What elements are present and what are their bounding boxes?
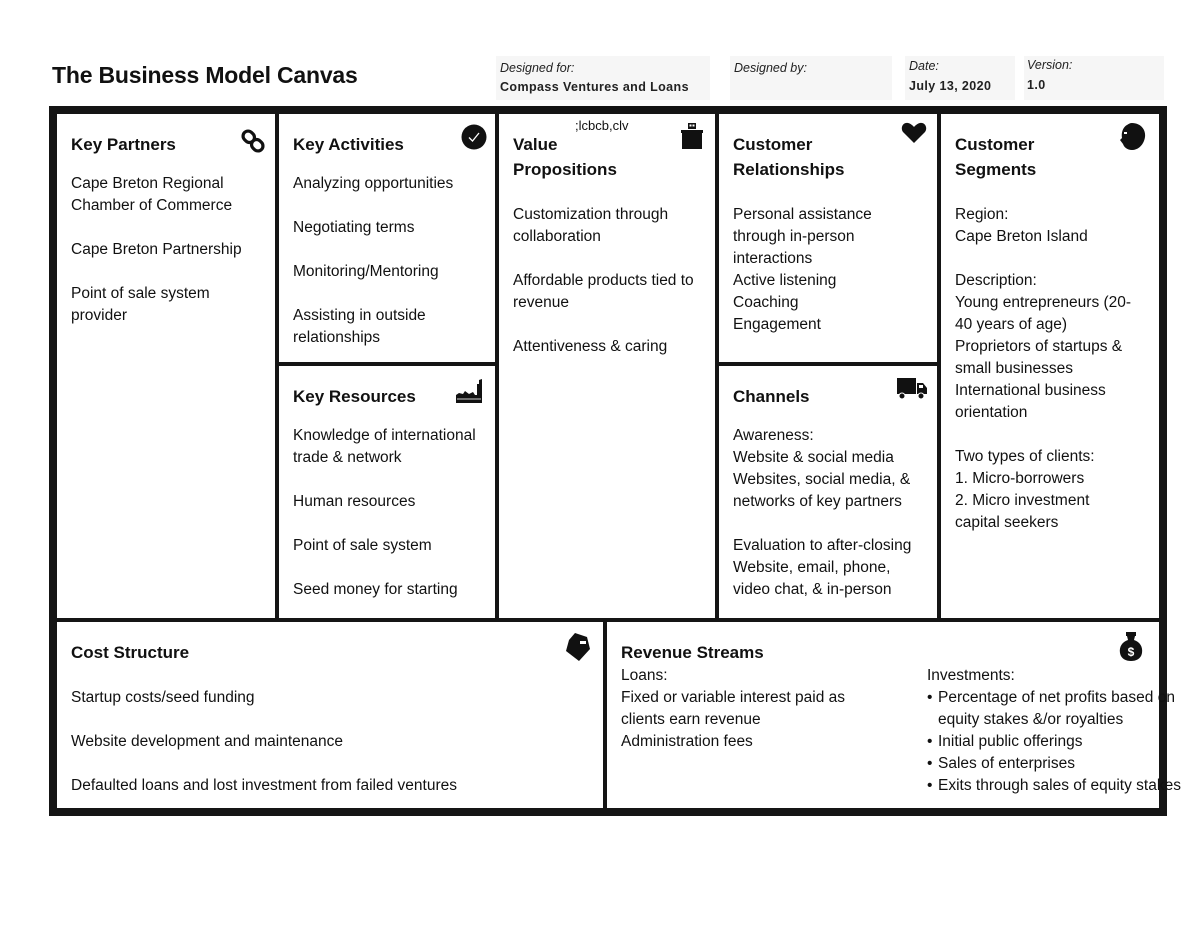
customer-segments-line: Young entrepreneurs (20-40 years of age) xyxy=(955,294,1132,333)
check-circle-icon xyxy=(461,124,487,150)
key-resources-item: Seed money for starting xyxy=(293,581,458,598)
key-partners-item: Cape Breton Partnership xyxy=(71,241,242,258)
value-propositions-item: Customization through collaboration xyxy=(513,206,669,245)
value-propositions-title-line1: Value xyxy=(513,135,558,154)
revenue-investments-item: Sales of enterprises xyxy=(927,753,1200,775)
customer-relationships-line: Coaching xyxy=(733,294,799,311)
key-resources-item: Knowledge of international trade & netwo… xyxy=(293,427,476,466)
cost-structure-item: Defaulted loans and lost investment from… xyxy=(71,777,457,794)
link-icon xyxy=(241,128,265,154)
key-activities-item: Assisting in outside relationships xyxy=(293,307,426,346)
price-tag-icon xyxy=(565,632,591,662)
money-bag-icon: $ xyxy=(1119,632,1143,662)
customer-relationships-line: Personal assistance through in-person in… xyxy=(733,206,872,267)
revenue-streams-title: Revenue Streams xyxy=(621,643,764,662)
value-propositions-block: Value Propositions ;lcbcb,clv Customizat… xyxy=(499,114,715,618)
date-value: July 13, 2020 xyxy=(909,79,992,93)
channels-line: Evaluation to after-closing xyxy=(733,537,912,554)
revenue-streams-block: Revenue Streams $ Loans: Fixed or variab… xyxy=(607,622,1181,808)
cost-structure-block: Cost Structure Startup costs/seed fundin… xyxy=(57,622,603,808)
customer-segments-line: 2. Micro investment capital seekers xyxy=(955,492,1090,531)
key-activities-item: Monitoring/Mentoring xyxy=(293,263,439,280)
version-value: 1.0 xyxy=(1027,78,1046,92)
customer-relationships-line: Engagement xyxy=(733,316,821,333)
customer-segments-title-line1: Customer xyxy=(955,135,1035,154)
value-propositions-annotation: ;lcbcb,clv xyxy=(575,118,629,133)
key-partners-item: Cape Breton Regional Chamber of Commerce xyxy=(71,175,233,214)
customer-segments-line: Cape Breton Island xyxy=(955,228,1088,245)
customer-segments-title-line2: Segments xyxy=(955,160,1037,179)
designed-for-label: Designed for: xyxy=(500,61,575,75)
revenue-investments-item: Exits through sales of equity stakes xyxy=(927,775,1200,797)
revenue-investments-label: Investments: xyxy=(927,667,1015,684)
customer-segments-line: Region: xyxy=(955,206,1009,223)
business-model-canvas: Key Partners Cape Breton Regional Chambe… xyxy=(49,106,1181,816)
customer-segments-line: Proprietors of startups & small business… xyxy=(955,338,1123,377)
channels-line: Websites, social media, & networks of ke… xyxy=(733,471,911,510)
svg-text:$: $ xyxy=(1128,645,1135,659)
page-title: The Business Model Canvas xyxy=(52,62,358,88)
version-label: Version: xyxy=(1027,58,1073,72)
value-propositions-item: Affordable products tied to revenue xyxy=(513,272,694,311)
customer-relationships-block: Customer Relationships Personal assistan… xyxy=(719,114,937,362)
channels-line: Website & social media xyxy=(733,449,894,466)
customer-segments-line: Two types of clients: xyxy=(955,448,1095,465)
customer-relationships-title: Customer Relationships xyxy=(733,132,923,182)
key-partners-item: Point of sale system provider xyxy=(71,285,210,324)
key-resources-block: Key Resources Knowledge of international… xyxy=(279,366,495,618)
key-resources-item: Human resources xyxy=(293,493,416,510)
customer-relationships-line: Active listening xyxy=(733,272,837,289)
value-propositions-title-line2: Propositions xyxy=(513,160,617,179)
value-propositions-item: Attentiveness & caring xyxy=(513,338,668,355)
designed-by-label: Designed by: xyxy=(734,61,807,75)
revenue-loans-line: Fixed or variable interest paid as clien… xyxy=(621,689,846,728)
cost-structure-item: Startup costs/seed funding xyxy=(71,689,255,706)
channels-title: Channels xyxy=(733,387,810,406)
person-head-icon xyxy=(1117,122,1147,152)
revenue-loans-line: Administration fees xyxy=(621,733,753,750)
key-activities-block: Key Activities Analyzing opportunities N… xyxy=(279,114,495,362)
customer-segments-line: International business orientation xyxy=(955,382,1106,421)
key-activities-item: Negotiating terms xyxy=(293,219,415,236)
heart-icon xyxy=(901,122,927,144)
value-propositions-title: Value Propositions xyxy=(513,132,701,182)
channels-block: Channels Awareness: Website & social med… xyxy=(719,366,937,618)
customer-segments-line: 1. Micro-borrowers xyxy=(955,470,1085,487)
channels-line: Website, email, phone, video chat, & in-… xyxy=(733,559,892,598)
customer-relationships-title-line1: Customer xyxy=(733,135,813,154)
date-label: Date: xyxy=(909,59,939,73)
factory-icon xyxy=(455,378,485,404)
channels-line: Awareness: xyxy=(733,427,814,444)
key-partners-title: Key Partners xyxy=(71,135,176,154)
revenue-investments-item: Initial public offerings xyxy=(927,731,1200,753)
designed-for-value: Compass Ventures and Loans xyxy=(500,80,689,94)
gift-icon xyxy=(681,122,703,150)
truck-icon xyxy=(897,378,927,400)
customer-segments-line: Description: xyxy=(955,272,1037,289)
key-activities-title: Key Activities xyxy=(293,135,404,154)
key-partners-block: Key Partners Cape Breton Regional Chambe… xyxy=(57,114,275,618)
cost-structure-item: Website development and maintenance xyxy=(71,733,343,750)
customer-segments-block: Customer Segments Region: Cape Breton Is… xyxy=(941,114,1159,618)
revenue-investments-item: Percentage of net profits based on equit… xyxy=(927,687,1198,731)
customer-relationships-title-line2: Relationships xyxy=(733,160,845,179)
key-resources-item: Point of sale system xyxy=(293,537,432,554)
revenue-loans-label: Loans: xyxy=(621,667,668,684)
key-activities-item: Analyzing opportunities xyxy=(293,175,454,192)
key-resources-title: Key Resources xyxy=(293,387,416,406)
cost-structure-title: Cost Structure xyxy=(71,643,190,662)
